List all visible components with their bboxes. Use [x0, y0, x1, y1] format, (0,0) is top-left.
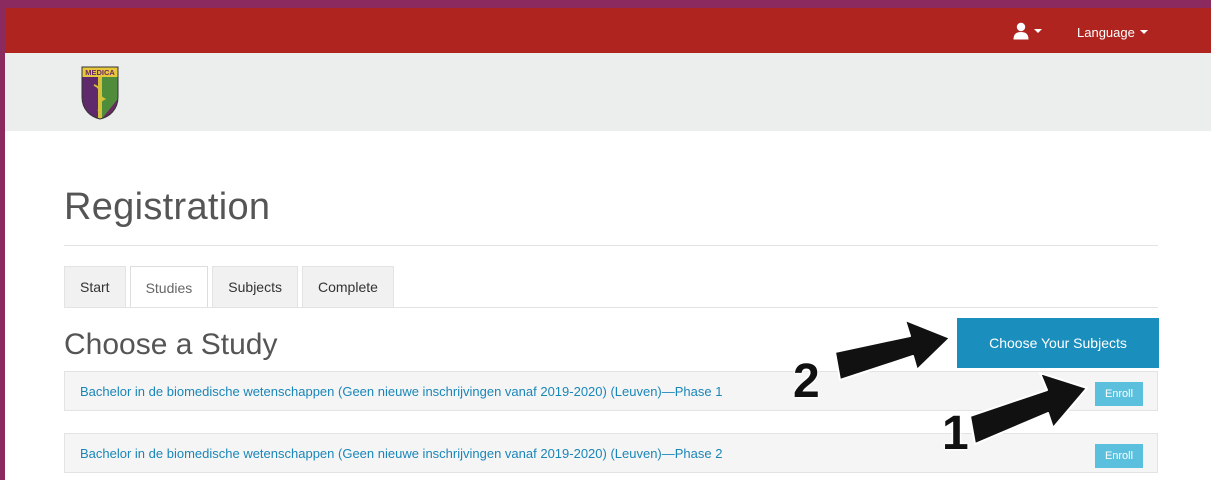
study-row: Bachelor in de biomedische wetenschappen… — [64, 433, 1158, 473]
enroll-button[interactable]: Enroll — [1095, 444, 1143, 468]
tab-subjects[interactable]: Subjects — [212, 266, 298, 307]
study-link[interactable]: Bachelor in de biomedische wetenschappen… — [80, 446, 722, 461]
top-navbar: Language — [5, 8, 1211, 53]
header-logo-bar: MEDICA — [5, 53, 1211, 131]
tab-studies[interactable]: Studies — [129, 266, 209, 308]
study-link[interactable]: Bachelor in de biomedische wetenschappen… — [80, 384, 722, 399]
enroll-button[interactable]: Enroll — [1095, 382, 1143, 406]
divider — [64, 307, 1158, 308]
user-icon — [1013, 22, 1029, 40]
language-label: Language — [1077, 24, 1135, 40]
page-title: Registration — [64, 186, 271, 228]
study-row: Bachelor in de biomedische wetenschappen… — [64, 371, 1158, 411]
browser-viewport: Language MEDICA Registration Start Studi… — [5, 8, 1211, 480]
section-title: Choose a Study — [64, 328, 278, 361]
language-dropdown[interactable]: Language — [1077, 22, 1148, 42]
tab-complete[interactable]: Complete — [301, 266, 394, 307]
divider — [64, 245, 1158, 246]
user-menu[interactable] — [1013, 20, 1042, 42]
medica-logo[interactable]: MEDICA — [79, 65, 121, 121]
chevron-down-icon — [1139, 30, 1148, 34]
svg-text:MEDICA: MEDICA — [85, 68, 115, 77]
chevron-down-icon — [1034, 29, 1042, 33]
tab-start[interactable]: Start — [64, 266, 126, 307]
choose-subjects-button[interactable]: Choose Your Subjects — [957, 318, 1159, 368]
registration-tabs: Start Studies Subjects Complete — [64, 266, 398, 308]
